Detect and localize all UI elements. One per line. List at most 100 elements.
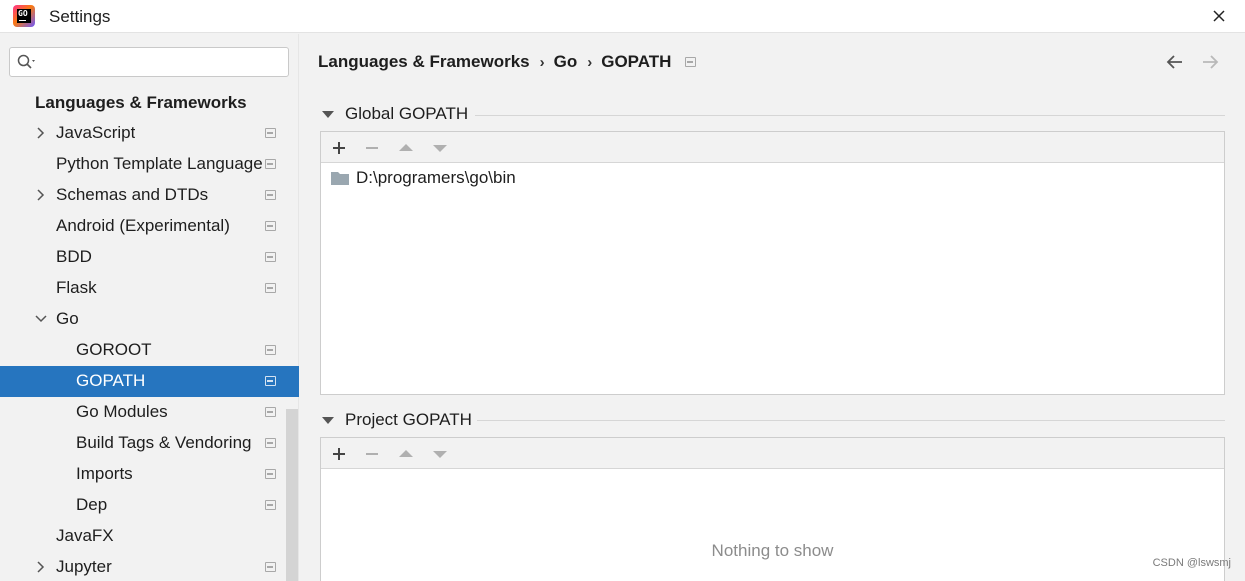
project-level-icon [265, 345, 276, 355]
project-level-icon [265, 376, 276, 386]
breadcrumb: Languages & Frameworks › Go › GOPATH [318, 52, 671, 72]
triangle-down-icon [433, 145, 447, 152]
breadcrumb-item: Languages & Frameworks [318, 52, 530, 71]
sidebar-item[interactable]: Go Modules [0, 397, 299, 428]
move-up-button[interactable] [396, 138, 416, 158]
project-level-icon [265, 562, 276, 572]
remove-path-button[interactable] [362, 138, 382, 158]
add-path-button[interactable] [329, 444, 349, 464]
project-level-icon [685, 57, 696, 67]
move-up-button[interactable] [396, 444, 416, 464]
sidebar-item[interactable]: Flask [0, 273, 299, 304]
sidebar-item-label: Imports [76, 464, 133, 483]
list-item[interactable]: D:\programers\go\bin [331, 167, 516, 189]
sidebar-item-label: Android (Experimental) [56, 216, 230, 235]
section-title: Global GOPATH [345, 104, 469, 123]
title-bar: GO Settings [0, 0, 1245, 33]
minus-icon [366, 453, 378, 455]
sidebar-item[interactable]: GOROOT [0, 335, 299, 366]
project-level-icon [265, 190, 276, 200]
project-level-icon [265, 221, 276, 231]
section-divider [477, 420, 1225, 421]
breadcrumb-separator: › [587, 53, 593, 71]
remove-path-button[interactable] [362, 444, 382, 464]
global-gopath-panel: D:\programers\go\bin [320, 131, 1225, 395]
section-divider [475, 115, 1225, 116]
empty-list-text: Nothing to show [711, 541, 834, 560]
sidebar-item-label: GOROOT [76, 340, 152, 359]
plus-icon [333, 448, 345, 460]
move-down-button[interactable] [430, 444, 450, 464]
chevron-right-icon[interactable] [34, 560, 48, 574]
project-level-icon [265, 407, 276, 417]
triangle-up-icon [399, 450, 413, 457]
sidebar-item-label: BDD [56, 247, 92, 266]
project-level-icon [265, 283, 276, 293]
triangle-down-icon [433, 451, 447, 458]
sidebar-item[interactable]: Build Tags & Vendoring [0, 428, 299, 459]
app-logo-icon: GO [13, 5, 35, 27]
folder-icon [331, 171, 349, 185]
sidebar-scrollbar[interactable] [286, 409, 298, 581]
sidebar-item[interactable]: Schemas and DTDs [0, 180, 299, 211]
collapse-triangle-icon [322, 110, 334, 118]
sidebar-item[interactable]: JavaScript [0, 118, 299, 149]
chevron-right-icon[interactable] [34, 188, 48, 202]
global-gopath-list[interactable]: D:\programers\go\bin [321, 163, 1224, 394]
project-gopath-toggle[interactable]: Project GOPATH [322, 410, 472, 430]
sidebar-item-label: Go Modules [76, 402, 168, 421]
sidebar-item[interactable]: Imports [0, 459, 299, 490]
window-title: Settings [49, 7, 111, 26]
close-button[interactable] [1209, 6, 1229, 26]
sidebar-item[interactable]: Go [0, 304, 299, 335]
sidebar-item[interactable]: GOPATH [0, 366, 299, 397]
chevron-down-icon[interactable] [34, 312, 48, 326]
collapse-triangle-icon [322, 416, 334, 424]
breadcrumb-item: Go [553, 52, 578, 71]
tree-category-header[interactable]: Languages & Frameworks [35, 93, 247, 113]
sidebar-item-label: Schemas and DTDs [56, 185, 209, 204]
search-input[interactable] [44, 53, 282, 71]
path-text: D:\programers\go\bin [356, 168, 516, 187]
sidebar-item[interactable]: Python Template Languages [0, 149, 299, 180]
project-gopath-toolbar [321, 438, 1224, 469]
project-level-icon [265, 500, 276, 510]
move-down-button[interactable] [430, 138, 450, 158]
sidebar-item-label: JavaFX [56, 526, 114, 545]
breadcrumb-separator: › [539, 53, 545, 71]
project-gopath-panel: Nothing to show [320, 437, 1225, 581]
arrow-left-icon [1166, 55, 1182, 69]
sidebar-item-label: JavaScript [56, 123, 136, 142]
settings-tree: JavaScript Python Template Languages Schem… [0, 118, 299, 581]
chevron-right-icon[interactable] [34, 126, 48, 140]
add-path-button[interactable] [329, 138, 349, 158]
back-button[interactable] [1165, 52, 1185, 72]
project-level-icon [265, 438, 276, 448]
search-icon [17, 54, 35, 69]
project-gopath-list[interactable]: Nothing to show [321, 469, 1224, 581]
breadcrumb-item: GOPATH [601, 52, 672, 71]
section-title: Project GOPATH [345, 410, 472, 429]
close-icon [1213, 10, 1225, 22]
global-gopath-toggle[interactable]: Global GOPATH [322, 104, 468, 124]
search-box[interactable] [9, 47, 289, 77]
sidebar-item-label: GOPATH [76, 371, 146, 390]
sidebar-item-label: Jupyter [56, 557, 112, 576]
plus-icon [333, 142, 345, 154]
triangle-up-icon [399, 144, 413, 151]
sidebar-item[interactable]: JavaFX [0, 521, 299, 552]
sidebar-item[interactable]: BDD [0, 242, 299, 273]
watermark: CSDN @lswsmj [1152, 557, 1231, 569]
project-level-icon [265, 469, 276, 479]
settings-content: Languages & Frameworks › Go › GOPATH Glo… [300, 34, 1245, 581]
sidebar-item-label: Build Tags & Vendoring [76, 433, 252, 452]
settings-sidebar: Languages & Frameworks JavaScript Python … [0, 34, 299, 581]
sidebar-item-label: Python Template Languages [56, 154, 262, 173]
minus-icon [366, 147, 378, 149]
sidebar-item[interactable]: Android (Experimental) [0, 211, 299, 242]
forward-button[interactable] [1200, 52, 1220, 72]
sidebar-item-label: Flask [56, 278, 97, 297]
sidebar-item[interactable]: Jupyter [0, 552, 299, 581]
global-gopath-toolbar [321, 132, 1224, 163]
sidebar-item[interactable]: Dep [0, 490, 299, 521]
